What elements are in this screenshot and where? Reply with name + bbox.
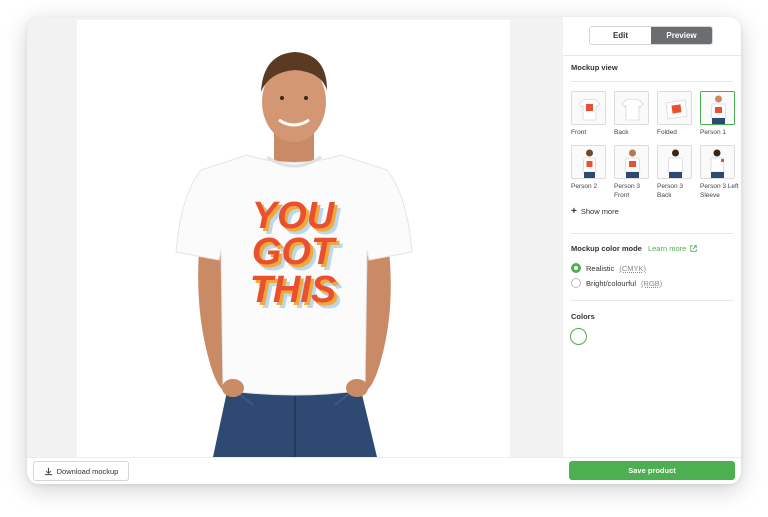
mockup-thumb-front[interactable] <box>571 91 606 125</box>
mockup-preview-canvas: YOU YOU YOU GOT GOT GOT THIS THIS THIS <box>77 20 510 457</box>
svg-text:GOT: GOT <box>252 231 337 273</box>
edit-tab[interactable]: Edit <box>590 27 651 44</box>
mockup-thumb-person-3-left-sleeve[interactable] <box>700 145 735 179</box>
shirt-print-graphic: YOU YOU YOU GOT GOT GOT THIS THIS THIS <box>250 195 343 317</box>
mockup-thumb-person-2[interactable] <box>571 145 606 179</box>
mockup-label-folded: Folded <box>657 129 677 136</box>
mockup-thumb-person-1[interactable] <box>700 91 735 125</box>
download-mockup-button[interactable]: Download mockup <box>33 461 129 481</box>
mockup-label-back: Back <box>614 129 629 136</box>
learn-more-label: Learn more <box>647 244 687 253</box>
save-product-button[interactable]: Save product <box>569 461 735 480</box>
preview-tab[interactable]: Preview <box>651 27 712 44</box>
settings-panel: Edit Preview Mockup view Front Back Fold… <box>563 17 741 457</box>
mockup-model-image: YOU YOU YOU GOT GOT GOT THIS THIS THIS <box>175 52 413 457</box>
mockup-label-person-3-front: Person 3 Front <box>614 183 641 199</box>
divider <box>571 300 733 301</box>
mockup-thumb-folded[interactable] <box>657 91 692 125</box>
show-more-button[interactable]: + Show more <box>571 205 619 217</box>
mockup-thumb-person-3-back[interactable] <box>657 145 692 179</box>
radio-bright-label: Bright/colourful <box>586 278 637 288</box>
radio-realistic-suffix: (CMYK) <box>619 263 647 273</box>
divider <box>571 233 733 234</box>
radio-realistic-indicator[interactable] <box>571 263 581 273</box>
mockup-view-title: Mockup view <box>571 63 618 72</box>
download-icon <box>44 467 52 475</box>
plus-icon: + <box>571 205 577 217</box>
mockup-label-person-3-back: Person 3 Back <box>657 183 684 199</box>
mockup-label-person-3-left-sleeve: Person 3 Left Sleeve <box>700 183 739 199</box>
external-link-icon <box>690 245 698 252</box>
app-window: YOU YOU YOU GOT GOT GOT THIS THIS THIS E… <box>27 17 741 484</box>
download-mockup-label: Download mockup <box>56 466 119 476</box>
color-mode-title-text: Mockup color mode <box>571 244 642 253</box>
svg-text:THIS: THIS <box>250 269 337 311</box>
edit-preview-toggle[interactable]: Edit Preview <box>589 26 713 45</box>
show-more-label: Show more <box>580 207 619 216</box>
radio-bright-indicator[interactable] <box>571 278 581 288</box>
color-mode-title: Mockup color mode Learn more <box>571 244 698 253</box>
bottom-action-bar: Download mockup Save product <box>27 457 741 484</box>
mockup-thumb-person-3-front[interactable] <box>614 145 649 179</box>
mockup-label-front: Front <box>571 129 587 136</box>
divider <box>563 55 741 56</box>
mockup-thumb-back[interactable] <box>614 91 649 125</box>
divider <box>571 81 733 82</box>
color-swatch-white[interactable] <box>570 328 587 345</box>
radio-bright-colourful[interactable]: Bright/colourful (RGB) <box>571 278 662 288</box>
learn-more-link[interactable]: Learn more <box>647 244 698 253</box>
radio-realistic[interactable]: Realistic (CMYK) <box>571 263 646 273</box>
colors-title: Colors <box>571 312 595 321</box>
radio-bright-suffix: (RGB) <box>641 278 663 288</box>
radio-realistic-label: Realistic <box>586 263 615 273</box>
mockup-label-person-1: Person 1 <box>700 129 727 136</box>
mockup-label-person-2: Person 2 <box>571 183 598 190</box>
